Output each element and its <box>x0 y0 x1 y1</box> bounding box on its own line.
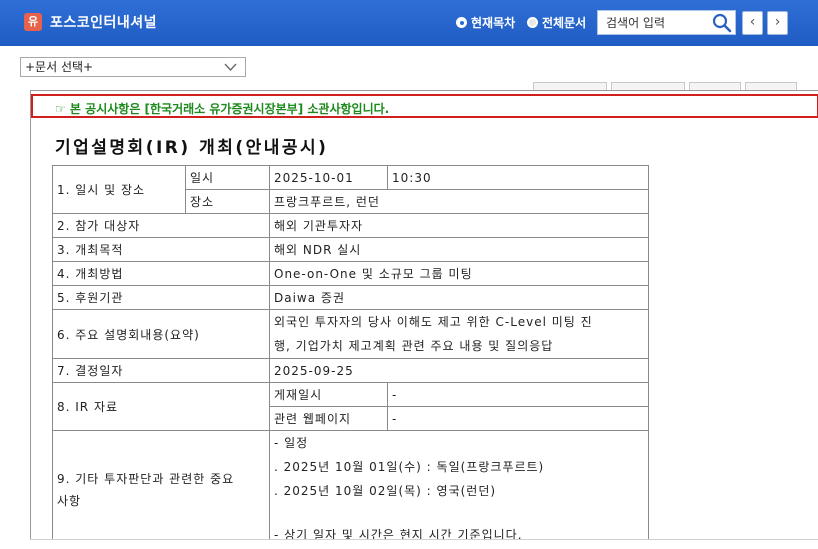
table-row: 7. 결정일자 2025-09-25 <box>52 358 649 383</box>
row-label: 5. 후원기관 <box>52 285 270 310</box>
search-box <box>597 10 736 35</box>
table-row: 5. 후원기관 Daiwa 증권 <box>52 285 649 310</box>
cell-value: 외국인 투자자의 당사 이해도 제고 위한 C-Level 미팅 진 행, 기업… <box>269 309 649 359</box>
search-input[interactable] <box>598 11 708 34</box>
cell-value: One-on-One 및 소규모 그룹 미팅 <box>269 261 649 286</box>
row-label: 7. 결정일자 <box>52 358 270 383</box>
row-label: 1. 일시 및 장소 <box>52 165 186 214</box>
cell-value: - 일정 . 2025년 10월 01일(수) : 독일(프랑크푸르트) . 2… <box>269 430 649 540</box>
document-select-value: +문서 선택+ <box>25 60 94 74</box>
top-header: 유 포스코인터내셔널 현재목차 전체문서 ‹ › <box>0 0 818 46</box>
cell-value: 2025-09-25 <box>269 358 649 383</box>
table-row: 8. IR 자료 게재일시 - <box>52 382 649 431</box>
company-logo-icon: 유 <box>24 13 42 31</box>
radio-selected-icon[interactable] <box>456 17 467 28</box>
detail-line-blank <box>274 503 644 523</box>
sub-label: 게재일시 <box>269 382 388 407</box>
radio-current-label: 현재목차 <box>471 16 516 30</box>
disclosure-table: 1. 일시 및 장소 일시 2025-10-01 10:30 장소 프랑크푸르트… <box>52 165 649 540</box>
cell-value: 해외 기관투자자 <box>269 213 649 238</box>
document-viewer: ☞ 본 공시사항은 [한국거래소 유가증권시장본부] 소관사항입니다. 기업설명… <box>30 90 818 540</box>
row-label: 8. IR 자료 <box>52 382 270 431</box>
radio-all-label: 전체문서 <box>542 16 587 30</box>
summary-line: 행, 기업가치 제고계획 관련 주요 내용 및 질의응답 <box>274 339 554 353</box>
cell-value: 해외 NDR 실시 <box>269 237 649 262</box>
next-button[interactable]: › <box>767 11 788 35</box>
detail-line: . 2025년 10월 02일(목) : 영국(런던) <box>274 484 497 498</box>
table-row: 3. 개최목적 해외 NDR 실시 <box>52 237 649 262</box>
sub-label: 장소 <box>185 189 270 214</box>
cell-value: 2025-10-01 <box>269 165 388 190</box>
row-label-line: 사항 <box>57 493 82 508</box>
company-name: 포스코인터내셔널 <box>50 15 158 31</box>
prev-button[interactable]: ‹ <box>742 11 763 35</box>
row-label: 4. 개최방법 <box>52 261 270 286</box>
detail-line: . 2025년 10월 01일(수) : 독일(프랑크푸르트) <box>274 460 545 474</box>
radio-unselected-icon[interactable] <box>527 17 538 28</box>
radio-all-docs[interactable]: 전체문서 <box>527 14 586 31</box>
row-label: 3. 개최목적 <box>52 237 270 262</box>
table-row: 1. 일시 및 장소 일시 2025-10-01 10:30 <box>52 165 649 214</box>
cell-value: Daiwa 증권 <box>269 285 649 310</box>
row-label: 6. 주요 설명회내용(요약) <box>52 309 270 359</box>
table-row: 4. 개최방법 One-on-One 및 소규모 그룹 미팅 <box>52 261 649 286</box>
summary-line: 외국인 투자자의 당사 이해도 제고 위한 C-Level 미팅 진 <box>274 315 593 329</box>
viewer-bottom-edge <box>30 539 818 549</box>
notice-text: ☞ 본 공시사항은 [한국거래소 유가증권시장본부] 소관사항입니다. <box>55 102 390 116</box>
table-row: 6. 주요 설명회내용(요약) 외국인 투자자의 당사 이해도 제고 위한 C-… <box>52 309 649 359</box>
row-label: 9. 기타 투자판단과 관련한 중요 사항 <box>52 430 270 540</box>
chevron-down-icon <box>224 63 237 71</box>
detail-line: - 일정 <box>274 436 309 450</box>
search-icon[interactable] <box>712 13 732 33</box>
cell-value: - <box>387 406 649 431</box>
notice-banner: ☞ 본 공시사항은 [한국거래소 유가증권시장본부] 소관사항입니다. <box>31 94 818 118</box>
row-label: 2. 참가 대상자 <box>52 213 270 238</box>
sub-label: 일시 <box>185 165 270 190</box>
sub-label: 관련 웹페이지 <box>269 406 388 431</box>
row-label-line: 9. 기타 투자판단과 관련한 중요 <box>57 471 235 486</box>
radio-current-toc[interactable]: 현재목차 <box>456 14 515 31</box>
table-row: 2. 참가 대상자 해외 기관투자자 <box>52 213 649 238</box>
page-title: 기업설명회(IR) 개최(안내공시) <box>55 138 329 158</box>
cell-value: - <box>387 382 649 407</box>
cell-value: 프랑크푸르트, 런던 <box>269 189 649 214</box>
detail-line: - 상기 일자 및 시간은 현지 시간 기준입니다. <box>274 528 523 540</box>
cell-value: 10:30 <box>387 165 649 190</box>
document-select[interactable]: +문서 선택+ <box>20 57 246 77</box>
table-row: 9. 기타 투자판단과 관련한 중요 사항 - 일정 . 2025년 10월 0… <box>52 430 649 540</box>
